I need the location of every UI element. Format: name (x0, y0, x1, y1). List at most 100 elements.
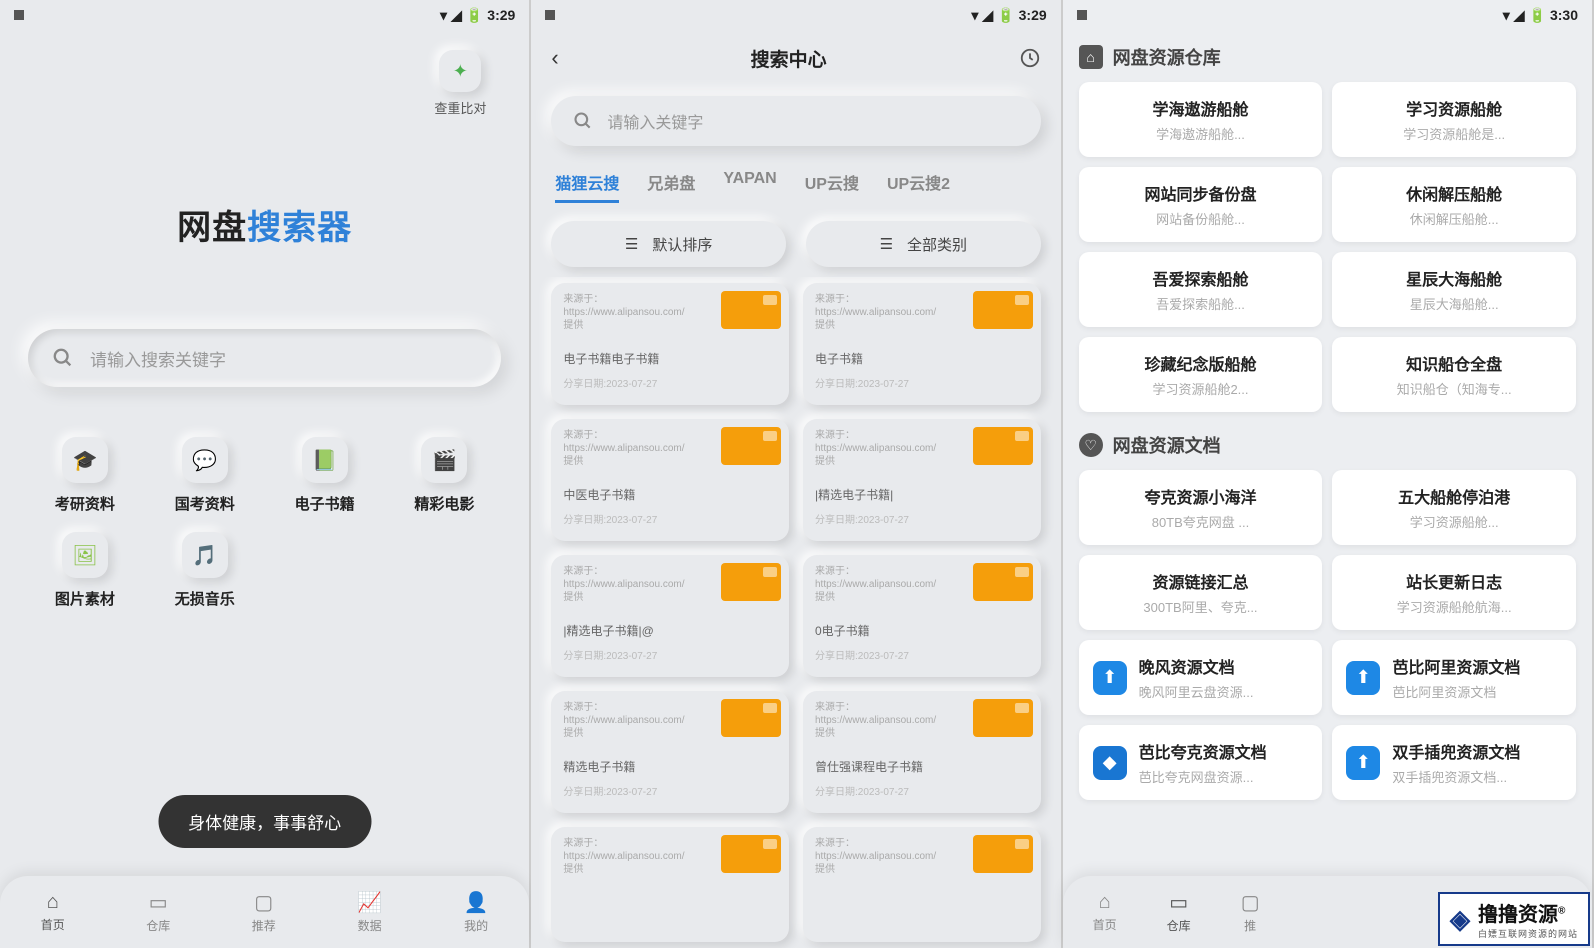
sort-filter[interactable]: ☰ 默认排序 (551, 221, 786, 267)
doc-item[interactable]: 五大船舱停泊港学习资源船舱... (1332, 470, 1576, 545)
item-title: 知识船仓全盘 (1346, 351, 1562, 375)
doc-item[interactable]: 资源链接汇总300TB阿里、夸克... (1079, 555, 1323, 630)
category-item[interactable]: 📗电子书籍 (270, 437, 380, 514)
nav-item-4[interactable]: 👤我的 (464, 890, 489, 934)
item-subtitle: 学习资源船舱2... (1093, 379, 1309, 398)
doc-item[interactable]: 夸克资源小海洋80TB夸克网盘 ... (1079, 470, 1323, 545)
doc-item[interactable]: ◆芭比夸克资源文档芭比夸克网盘资源... (1079, 725, 1323, 800)
category-icon: 💬 (182, 437, 228, 483)
item-subtitle: 芭比夸克网盘资源... (1139, 767, 1309, 786)
result-card[interactable]: 来源于：https://www.alipansou.com/提供 中医电子书籍 … (551, 419, 789, 541)
app-indicator-icon (545, 10, 555, 20)
result-source: 来源于：https://www.alipansou.com/提供 (815, 429, 943, 468)
result-card[interactable]: 来源于：https://www.alipansou.com/提供 精选电子书籍 … (551, 691, 789, 813)
nav-item-1[interactable]: ▭仓库 (146, 890, 170, 934)
result-card[interactable]: 来源于：https://www.alipansou.com/提供 电子书籍 分享… (803, 283, 1041, 405)
category-label: 图片素材 (55, 588, 115, 609)
result-date: 分享日期:2023-07-27 (815, 375, 1029, 390)
item-title: 珍藏纪念版船舱 (1093, 351, 1309, 375)
nav-item-2[interactable]: ▢ 推荐 (252, 890, 276, 934)
doc-icon: ⬆ (1346, 661, 1380, 695)
result-card[interactable]: 来源于：https://www.alipansou.com/提供 电子书籍电子书… (551, 283, 789, 405)
result-name: 精选电子书籍 (563, 758, 777, 775)
warehouse-item[interactable]: 学习资源船舱学习资源船舱是... (1332, 82, 1576, 157)
warehouse-item[interactable]: 休闲解压船舱休闲解压船舱... (1332, 167, 1576, 242)
category-item[interactable]: 🎓考研资料 (30, 437, 140, 514)
warehouse-item[interactable]: 星辰大海船舱星辰大海船舱... (1332, 252, 1576, 327)
search-input[interactable]: 请输入搜索关键字 (28, 329, 501, 387)
item-title: 学习资源船舱 (1346, 96, 1562, 120)
clock: 3:29 (1019, 7, 1047, 23)
history-icon[interactable] (1019, 47, 1041, 69)
results-grid: 来源于：https://www.alipansou.com/提供 电子书籍电子书… (531, 277, 1060, 948)
warehouse-item[interactable]: 学海遨游船舱学海遨游船舱... (1079, 82, 1323, 157)
doc-item[interactable]: ⬆芭比阿里资源文档芭比阿里资源文档 (1332, 640, 1576, 715)
section-header-warehouse: ⌂ 网盘资源仓库 (1063, 30, 1592, 76)
result-source: 来源于：https://www.alipansou.com/提供 (815, 837, 943, 876)
source-tab[interactable]: UP云搜2 (887, 170, 950, 203)
result-card[interactable]: 来源于：https://www.alipansou.com/提供 (551, 827, 789, 942)
category-icon: 📗 (302, 437, 348, 483)
result-card[interactable]: 来源于：https://www.alipansou.com/提供 0电子书籍 分… (803, 555, 1041, 677)
nav-icon: ⌂ (1099, 891, 1111, 914)
source-tab[interactable]: 猫狸云搜 (555, 170, 619, 203)
item-subtitle: 80TB夸克网盘 ... (1093, 512, 1309, 531)
result-thumbnail-icon (721, 699, 781, 737)
result-date: 分享日期:2023-07-27 (815, 783, 1029, 798)
category-item[interactable]: 💬国考资料 (150, 437, 260, 514)
source-tab[interactable]: 兄弟盘 (647, 170, 695, 203)
nav-item-0[interactable]: ⌂首页 (1093, 891, 1117, 933)
item-title: 资源链接汇总 (1093, 569, 1309, 593)
nav-item-3[interactable]: 📈数据 (357, 890, 382, 934)
warehouse-item[interactable]: 吾爱探索船舱吾爱探索船舱... (1079, 252, 1323, 327)
nav-icon: ▢ (254, 890, 273, 915)
category-item[interactable]: 🎬精彩电影 (389, 437, 499, 514)
category-item[interactable]: 🎵无损音乐 (150, 532, 260, 609)
result-thumbnail-icon (973, 427, 1033, 465)
filter-row: ☰ 默认排序 ☰ 全部类别 (531, 211, 1060, 277)
item-title: 双手插兜资源文档 (1392, 739, 1562, 763)
doc-item[interactable]: ⬆双手插兜资源文档双手插兜资源文档... (1332, 725, 1576, 800)
wifi-icon: ▾ (1503, 7, 1510, 24)
search-input[interactable]: 请输入关键字 (551, 96, 1040, 146)
nav-label: 仓库 (146, 917, 170, 934)
item-subtitle: 学习资源船舱航海... (1346, 597, 1562, 616)
nav-item-2[interactable]: ▢推 (1241, 890, 1260, 934)
list-icon: ☰ (880, 235, 893, 253)
item-title: 网站同步备份盘 (1093, 181, 1309, 205)
result-thumbnail-icon (973, 835, 1033, 873)
item-subtitle: 吾爱探索船舱... (1093, 294, 1309, 313)
battery-icon: 🔋 (1529, 7, 1546, 24)
result-source: 来源于：https://www.alipansou.com/提供 (563, 293, 691, 332)
category-icon: 🎬 (421, 437, 467, 483)
source-tab[interactable]: YAPAN (723, 170, 776, 203)
result-thumbnail-icon (721, 835, 781, 873)
app-indicator-icon (1077, 10, 1087, 20)
nav-item-1[interactable]: ▭仓库 (1167, 890, 1191, 934)
warehouse-item[interactable]: 珍藏纪念版船舱学习资源船舱2... (1079, 337, 1323, 412)
doc-item[interactable]: ⬆晚风资源文档晚风阿里云盘资源... (1079, 640, 1323, 715)
nav-item-0[interactable]: ⌂首页 (41, 891, 65, 933)
result-card[interactable]: 来源于：https://www.alipansou.com/提供 |精选电子书籍… (803, 419, 1041, 541)
item-subtitle: 学习资源船舱是... (1346, 124, 1562, 143)
toast-message: 身体健康，事事舒心 (158, 795, 371, 848)
result-name: 中医电子书籍 (563, 486, 777, 503)
result-card[interactable]: 来源于：https://www.alipansou.com/提供 曾仕强课程电子… (803, 691, 1041, 813)
doc-item[interactable]: 站长更新日志学习资源船舱航海... (1332, 555, 1576, 630)
item-subtitle: 星辰大海船舱... (1346, 294, 1562, 313)
result-card[interactable]: 来源于：https://www.alipansou.com/提供 (803, 827, 1041, 942)
back-button[interactable]: ‹ (551, 45, 558, 71)
search-icon (573, 111, 593, 131)
category-filter[interactable]: ☰ 全部类别 (806, 221, 1041, 267)
warehouse-item[interactable]: 知识船仓全盘知识船仓（知海专... (1332, 337, 1576, 412)
category-item[interactable]: 🖼图片素材 (30, 532, 140, 609)
compare-chip[interactable]: ✦ 查重比对 (425, 50, 495, 117)
result-card[interactable]: 来源于：https://www.alipansou.com/提供 |精选电子书籍… (551, 555, 789, 677)
nav-label: 推荐 (252, 917, 276, 934)
signal-icon: ◢ (1514, 7, 1525, 24)
source-tab[interactable]: UP云搜 (805, 170, 859, 203)
status-bar: ▾ ◢ 🔋 3:29 (531, 0, 1060, 30)
page-header: ‹ 搜索中心 (531, 30, 1060, 86)
warehouse-item[interactable]: 网站同步备份盘网站备份船舱... (1079, 167, 1323, 242)
result-name: 0电子书籍 (815, 622, 1029, 639)
